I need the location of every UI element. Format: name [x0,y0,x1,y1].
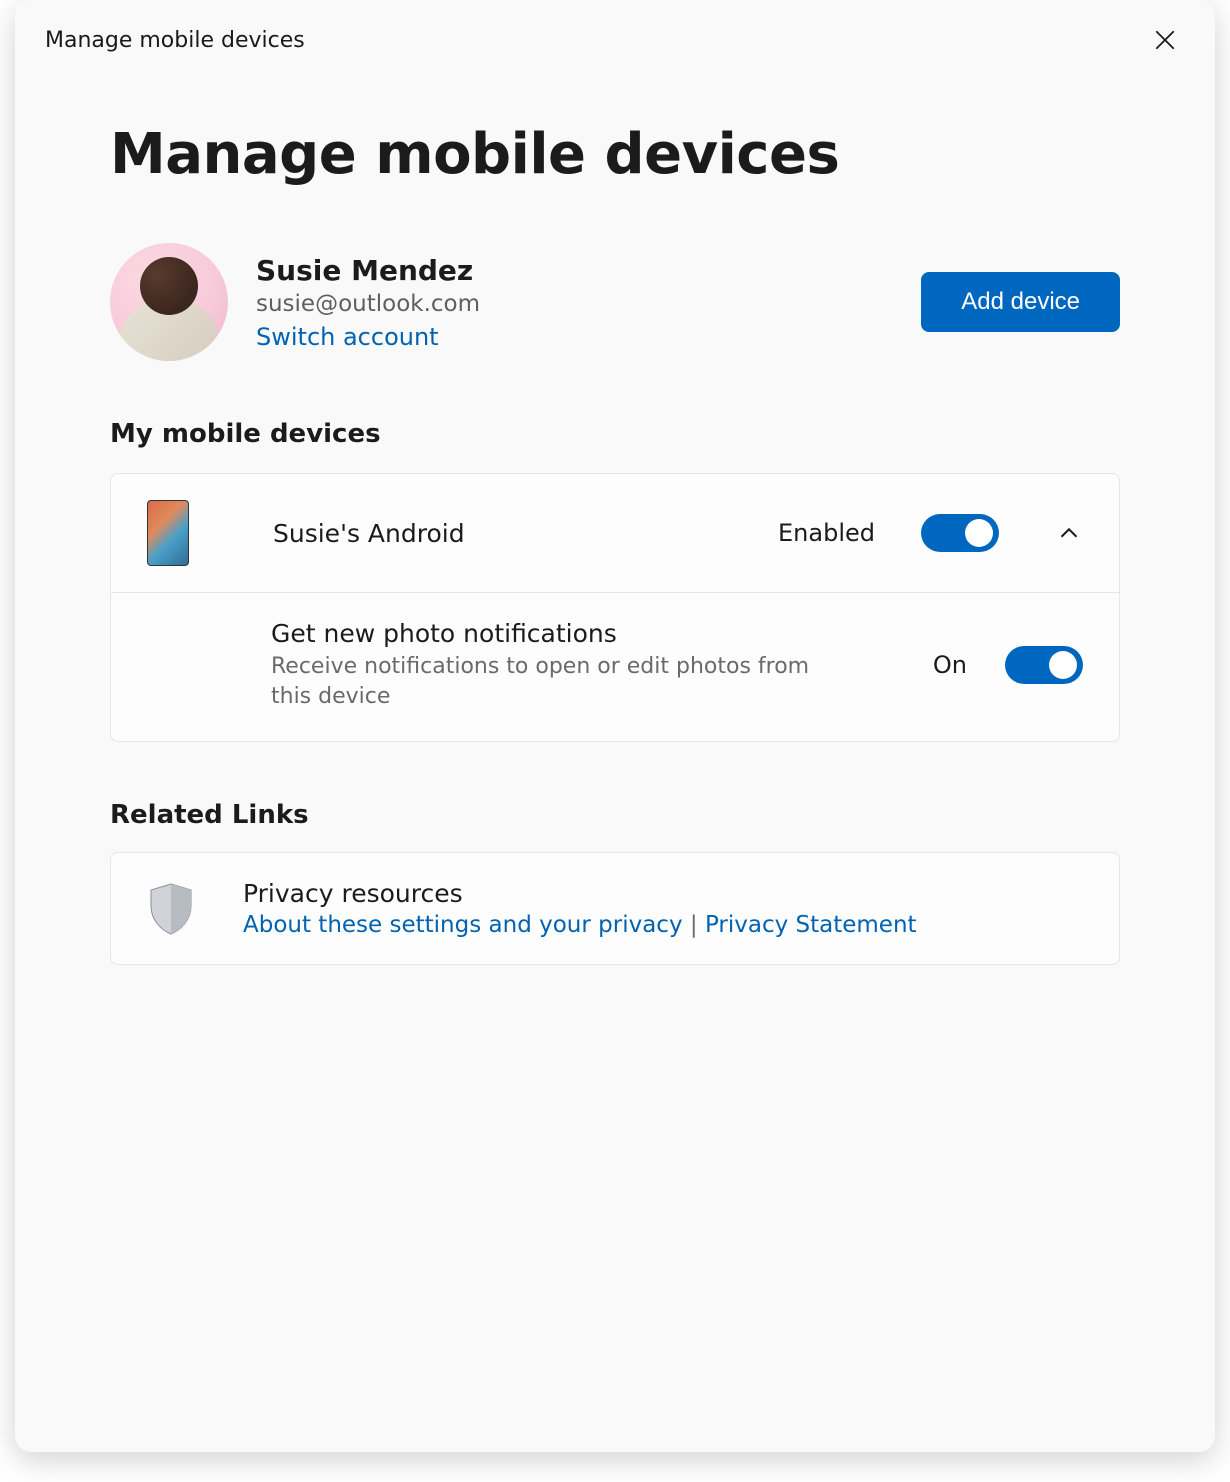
related-title: Privacy resources [243,879,917,908]
account-left: Susie Mendez susie@outlook.com Switch ac… [110,243,480,361]
related-links: About these settings and your privacy | … [243,912,917,938]
device-thumbnail-icon [147,500,189,566]
device-card: Susie's Android Enabled Get new photo no… [110,473,1120,742]
device-header-row[interactable]: Susie's Android Enabled [111,474,1119,593]
settings-window: Manage mobile devices Manage mobile devi… [15,0,1215,1452]
devices-section-title: My mobile devices [110,419,1120,449]
device-setting-row: Get new photo notifications Receive noti… [111,593,1119,741]
privacy-settings-link[interactable]: About these settings and your privacy [243,912,683,938]
expand-collapse-button[interactable] [1055,519,1083,547]
account-email: susie@outlook.com [256,291,480,317]
privacy-statement-link[interactable]: Privacy Statement [705,912,917,938]
account-name: Susie Mendez [256,254,480,287]
chevron-up-icon [1059,523,1079,543]
device-status-label: Enabled [778,519,875,547]
page-title: Manage mobile devices [110,122,1120,187]
device-enable-toggle[interactable] [921,514,999,552]
device-setting-text: Get new photo notifications Receive noti… [271,619,913,711]
device-name: Susie's Android [273,519,750,548]
window-title: Manage mobile devices [45,28,305,53]
device-setting-title: Get new photo notifications [271,619,913,648]
titlebar: Manage mobile devices [15,0,1215,62]
close-button[interactable] [1143,18,1187,62]
related-section-title: Related Links [110,800,1120,830]
account-info: Susie Mendez susie@outlook.com Switch ac… [256,254,480,351]
content-area: Manage mobile devices Susie Mendez susie… [15,62,1215,965]
toggle-knob [1049,651,1077,679]
avatar [110,243,228,361]
account-row: Susie Mendez susie@outlook.com Switch ac… [110,243,1120,361]
link-separator: | [683,912,705,938]
device-setting-status: On [933,651,967,679]
close-icon [1155,30,1175,50]
photo-notifications-toggle[interactable] [1005,646,1083,684]
device-setting-desc: Receive notifications to open or edit ph… [271,652,831,711]
toggle-knob [965,519,993,547]
add-device-button[interactable]: Add device [921,272,1120,332]
related-card: Privacy resources About these settings a… [110,852,1120,965]
switch-account-link[interactable]: Switch account [256,323,480,351]
shield-icon [147,882,195,936]
related-text: Privacy resources About these settings a… [243,879,917,938]
